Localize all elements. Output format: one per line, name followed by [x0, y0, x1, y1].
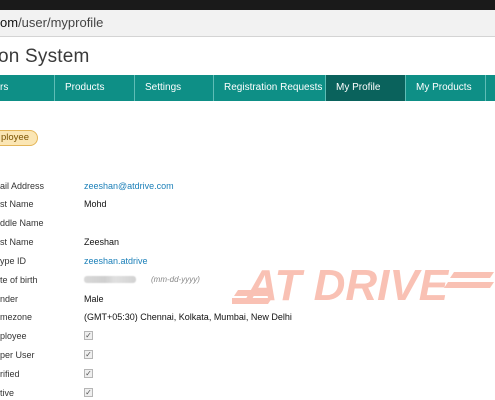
profile-row-middle-name: ddle Name — [0, 216, 495, 230]
browser-titlebar — [0, 0, 495, 10]
nav-item-registration-requests[interactable]: Registration Requests (0) — [214, 75, 326, 101]
field-label: te of birth — [0, 275, 38, 285]
role-badge: ployee — [0, 130, 38, 146]
nav-item-settings[interactable]: Settings — [135, 75, 214, 101]
profile-row-gender: nder Male — [0, 292, 495, 306]
field-label: st Name — [0, 237, 34, 247]
field-label: ddle Name — [0, 218, 44, 228]
profile-row-super-user: per User ✓ — [0, 348, 495, 362]
nav-item-my-products[interactable]: My Products — [406, 75, 486, 101]
profile-row-verified: rified ✓ — [0, 367, 495, 381]
main-nav: rs Products Settings Registration Reques… — [0, 75, 495, 101]
profile-row-first-name: st Name Mohd — [0, 197, 495, 211]
field-label: st Name — [0, 199, 34, 209]
url-text[interactable]: om/user/myprofile — [0, 15, 103, 30]
timezone-value: (GMT+05:30) Chennai, Kolkata, Mumbai, Ne… — [84, 312, 292, 322]
nav-item-products[interactable]: Products — [55, 75, 135, 101]
profile-row-active: tive ✓ — [0, 386, 495, 400]
nav-item-label: Settings — [145, 82, 182, 93]
profile-row-last-name: st Name Zeeshan — [0, 235, 495, 249]
skype-link[interactable]: zeeshan.atdrive — [84, 254, 148, 268]
first-name-value: Mohd — [84, 199, 107, 209]
dob-format-hint: (mm-dd-yyyy) — [151, 275, 200, 284]
verified-checkbox[interactable]: ✓ — [84, 369, 93, 378]
email-link[interactable]: zeeshan@atdrive.com — [84, 179, 174, 193]
field-label: ail Address — [0, 181, 45, 191]
nav-item-users[interactable]: rs — [0, 75, 55, 101]
profile-row-email: ail Address zeeshan@atdrive.com — [0, 179, 495, 193]
url-path: /user/myprofile — [18, 15, 104, 30]
field-label: mezone — [0, 312, 33, 322]
address-bar[interactable]: om/user/myprofile — [0, 10, 495, 37]
nav-item-more[interactable] — [486, 75, 495, 101]
nav-item-label: My Profile — [336, 82, 381, 93]
gender-value: Male — [84, 294, 104, 304]
profile-row-timezone: mezone (GMT+05:30) Chennai, Kolkata, Mum… — [0, 310, 495, 324]
profile-row-employee: ployee ✓ — [0, 329, 495, 343]
nav-item-label: Products — [65, 82, 105, 93]
field-label: rified — [0, 369, 20, 379]
field-label: tive — [0, 388, 15, 398]
url-host: om — [0, 15, 19, 30]
nav-item-label: My Products — [416, 82, 472, 93]
field-label: ype ID — [0, 256, 27, 266]
profile-row-dob: te of birth (mm-dd-yyyy) — [0, 273, 495, 287]
active-checkbox[interactable]: ✓ — [84, 388, 93, 397]
field-label: per User — [0, 350, 35, 360]
field-label: nder — [0, 294, 19, 304]
profile-row-skype: ype ID zeeshan.atdrive — [0, 254, 495, 268]
last-name-value: Zeeshan — [84, 237, 120, 247]
super-user-checkbox[interactable]: ✓ — [84, 350, 93, 359]
nav-item-my-profile[interactable]: My Profile — [326, 75, 406, 101]
app-title: on System — [0, 46, 90, 67]
dob-redacted-value — [84, 276, 136, 283]
field-label: ployee — [0, 331, 27, 341]
nav-item-label: Registration Requests (0) — [224, 82, 325, 93]
employee-checkbox[interactable]: ✓ — [84, 331, 93, 340]
nav-item-label: rs — [0, 82, 9, 93]
